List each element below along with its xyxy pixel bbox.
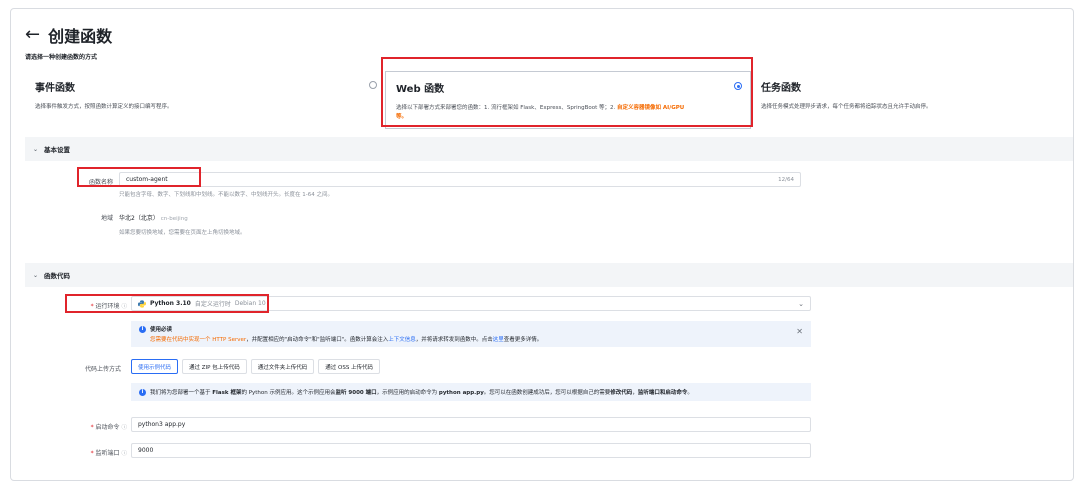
card-desc: 选择事件触发方式，按照函数计算定义的接口编写程序。 <box>35 104 173 110</box>
card-event-function[interactable]: 事件函数 选择事件触发方式，按照函数计算定义的接口编写程序。 <box>25 71 385 129</box>
region-label: 地域 <box>100 215 113 222</box>
function-name-hint: 只能包含字母、数字、下划线和中划线。不能以数字、中划线开头。长度在 1-64 之… <box>119 192 333 198</box>
info-icon: i <box>139 389 146 396</box>
card-title: 事件函数 <box>35 83 75 94</box>
section-title: 基本设置 <box>44 146 71 154</box>
tab-folder-upload[interactable]: 通过文件夹上传代码 <box>250 359 315 374</box>
card-task-function[interactable]: 任务函数 选择任务模式处理异步请求，每个任务都将追踪状态且允许手动启停。 <box>751 71 1071 129</box>
notice-must-read: i 使用必读 您需要在代码中实现一个 HTTP Server，并配置相应的"启动命… <box>131 321 811 347</box>
tab-zip-upload[interactable]: 通过 ZIP 包上传代码 <box>182 359 247 374</box>
close-icon[interactable]: ✕ <box>796 327 803 336</box>
create-function-panel: ← 创建函数 请选择一种创建函数的方式 事件函数 选择事件触发方式，按照函数计算… <box>10 8 1074 481</box>
chevron-down-icon: ⌄ <box>33 145 39 153</box>
annotation-box-runtime <box>65 294 269 313</box>
annotation-box-name <box>77 167 201 187</box>
back-arrow-icon[interactable]: ← <box>25 25 40 45</box>
sample-code-info: i 我们将为您部署一个基于 Flask 框架的 Python 示例应用。这个示例应… <box>131 383 811 401</box>
annotation-box-web-card <box>381 57 753 127</box>
page-title: 创建函数 <box>48 27 113 46</box>
listen-port-input[interactable]: 9000 <box>131 443 811 458</box>
listen-port-label: * 监听端口 ⓘ <box>90 450 127 457</box>
region-value: 华北2（北京） cn-beijing <box>119 215 188 222</box>
chevron-down-icon: ⌄ <box>798 300 804 308</box>
tab-oss-upload[interactable]: 通过 OSS 上传代码 <box>318 359 381 374</box>
section-basic-settings[interactable]: ⌄ 基本设置 <box>25 137 1073 161</box>
page-subtitle: 请选择一种创建函数的方式 <box>25 54 98 61</box>
start-command-label: * 启动命令 ⓘ <box>90 424 127 431</box>
context-info-link[interactable]: 上下文信息 <box>388 337 416 343</box>
info-icon: i <box>139 326 146 333</box>
start-command-input[interactable]: python3 app.py <box>131 417 811 432</box>
chevron-down-icon: ⌄ <box>33 271 39 279</box>
radio-event-function[interactable] <box>369 81 377 89</box>
upload-method-label: 代码上传方式 <box>84 366 121 373</box>
page-header: ← 创建函数 <box>25 23 112 47</box>
section-title: 函数代码 <box>44 272 71 280</box>
region-hint: 如果您要切换地域，您需要在页面左上角切换地域。 <box>119 230 246 236</box>
here-link[interactable]: 这里 <box>493 337 504 343</box>
card-title: 任务函数 <box>761 83 801 94</box>
card-desc: 选择任务模式处理异步请求，每个任务都将追踪状态且允许手动启停。 <box>761 104 932 110</box>
function-name-input[interactable]: custom-agent 12/64 <box>119 172 801 187</box>
name-counter: 12/64 <box>778 176 794 183</box>
section-function-code[interactable]: ⌄ 函数代码 <box>25 263 1073 287</box>
upload-method-tabs: 使用示例代码 通过 ZIP 包上传代码 通过文件夹上传代码 通过 OSS 上传代… <box>131 359 381 374</box>
tab-sample-code[interactable]: 使用示例代码 <box>131 359 179 374</box>
